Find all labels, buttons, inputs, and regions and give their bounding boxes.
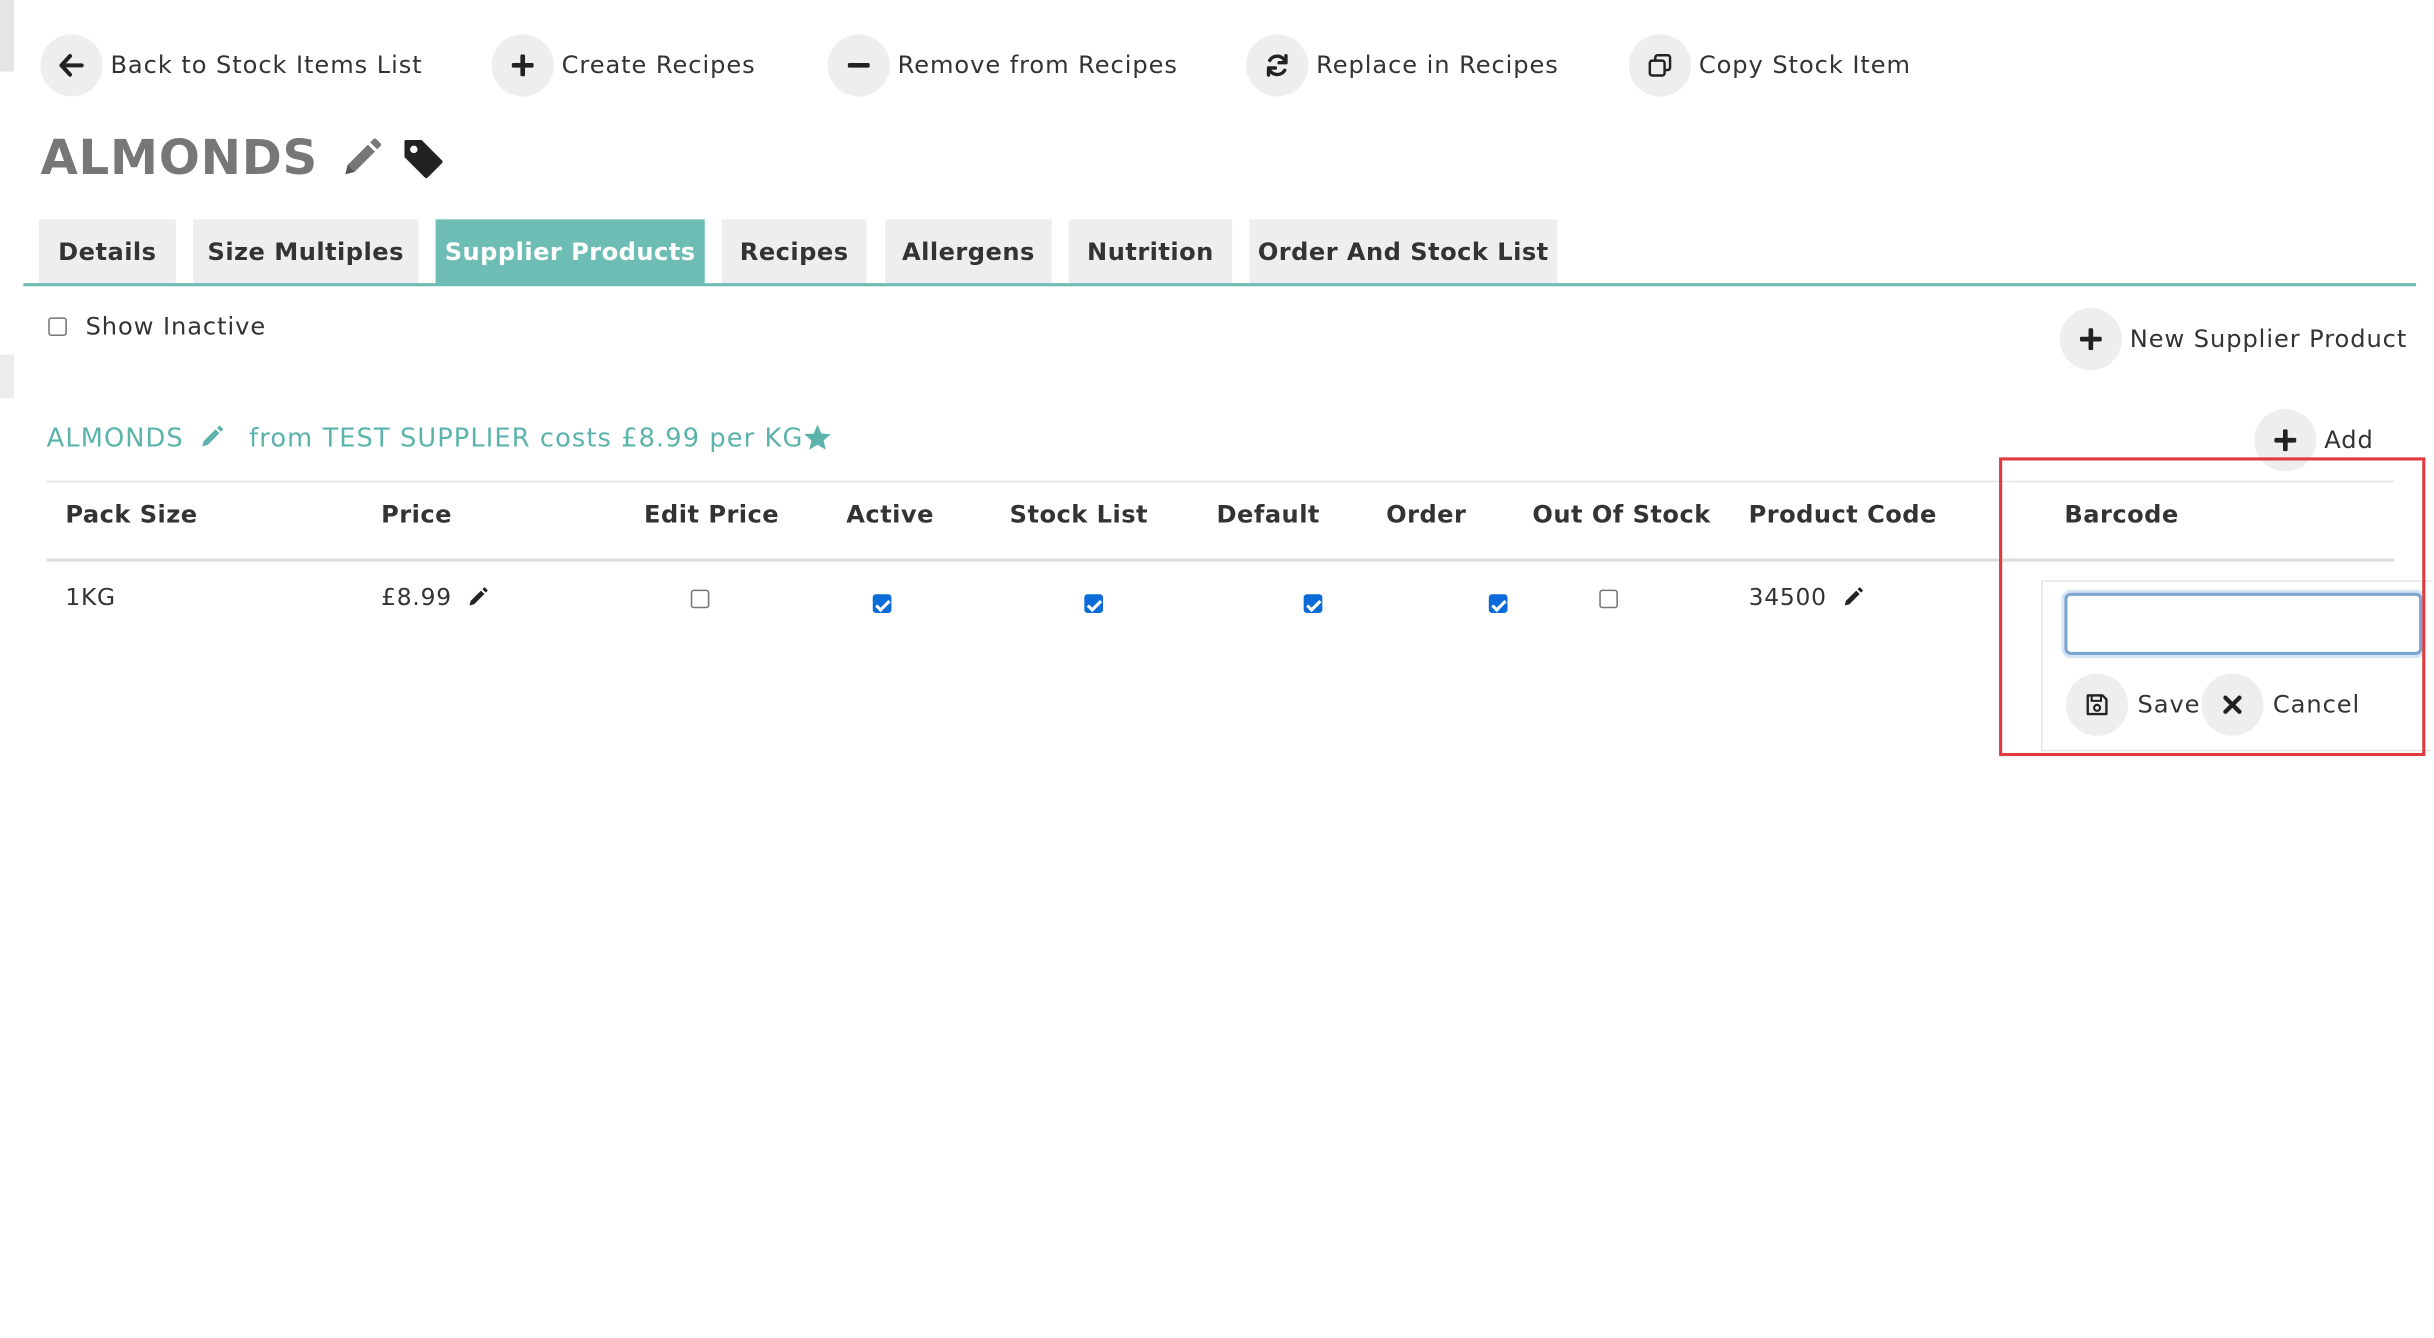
edit-title-pencil-icon[interactable] bbox=[340, 137, 384, 181]
highlight-box bbox=[1999, 457, 2426, 757]
replace-in-recipes-button[interactable]: Replace in Recipes bbox=[1246, 34, 1559, 97]
left-edge-block bbox=[0, 0, 15, 72]
minus-icon bbox=[827, 34, 890, 97]
header-price: Price bbox=[381, 500, 452, 529]
page-header: ALMONDS bbox=[40, 128, 445, 190]
tab-underline bbox=[23, 283, 2417, 287]
product-code-value: 34500 bbox=[1748, 583, 1827, 612]
left-edge bbox=[0, 0, 15, 860]
active-checkbox[interactable] bbox=[872, 594, 892, 613]
tab-recipes[interactable]: Recipes bbox=[721, 219, 867, 285]
price-value: £8.99 bbox=[381, 583, 452, 612]
tab-details[interactable]: Details bbox=[38, 219, 176, 285]
tag-icon[interactable] bbox=[402, 137, 446, 181]
stock-list-checkbox[interactable] bbox=[1084, 594, 1104, 613]
tab-size-multiples[interactable]: Size Multiples bbox=[192, 219, 419, 285]
show-inactive-label: Show Inactive bbox=[85, 312, 267, 341]
tab-supplier-products[interactable]: Supplier Products bbox=[435, 219, 705, 285]
create-recipes-button[interactable]: Create Recipes bbox=[491, 34, 756, 97]
supplier-product-name: ALMONDS bbox=[46, 422, 184, 452]
back-to-list-button[interactable]: Back to Stock Items List bbox=[40, 34, 423, 97]
order-checkbox[interactable] bbox=[1489, 594, 1508, 613]
refresh-icon bbox=[1246, 34, 1309, 97]
cell-product-code: 34500 bbox=[1749, 583, 1864, 611]
header-pack-size: Pack Size bbox=[65, 500, 198, 529]
add-label: Add bbox=[2324, 426, 2374, 455]
header-active: Active bbox=[846, 500, 934, 529]
supplier-product-cost-text: from TEST SUPPLIER costs £8.99 per KG bbox=[249, 422, 804, 452]
plus-icon bbox=[2059, 308, 2122, 371]
copy-stock-item-button[interactable]: Copy Stock Item bbox=[1628, 34, 1911, 97]
show-inactive-filter: Show Inactive bbox=[48, 313, 266, 341]
tab-allergens[interactable]: Allergens bbox=[885, 219, 1052, 285]
remove-from-recipes-label: Remove from Recipes bbox=[897, 51, 1178, 80]
copy-stock-item-label: Copy Stock Item bbox=[1698, 51, 1911, 80]
show-inactive-checkbox[interactable] bbox=[48, 317, 67, 337]
new-supplier-product-label: New Supplier Product bbox=[2129, 325, 2408, 354]
cell-price: £8.99 bbox=[381, 583, 489, 611]
header-order: Order bbox=[1386, 500, 1467, 529]
edit-product-code-pencil-icon[interactable] bbox=[1842, 586, 1864, 608]
new-supplier-product-button[interactable]: New Supplier Product bbox=[2059, 308, 2408, 371]
edit-price-checkbox[interactable] bbox=[690, 589, 710, 609]
table-row: 1KG £8.99 34500 bbox=[0, 0, 2434, 613]
tab-nutrition[interactable]: Nutrition bbox=[1068, 219, 1233, 285]
edit-price-pencil-icon[interactable] bbox=[467, 586, 489, 608]
header-default: Default bbox=[1216, 500, 1320, 529]
edit-supplier-product-pencil-icon[interactable] bbox=[199, 425, 224, 450]
header-stock-list: Stock List bbox=[1009, 500, 1149, 529]
copy-icon bbox=[1628, 34, 1692, 97]
star-icon[interactable] bbox=[803, 422, 833, 452]
cell-pack-size: 1KG bbox=[65, 583, 116, 612]
back-to-list-label: Back to Stock Items List bbox=[110, 51, 423, 80]
tab-order-and-stock-list[interactable]: Order And Stock List bbox=[1249, 219, 1558, 285]
create-recipes-label: Create Recipes bbox=[561, 51, 756, 80]
plus-icon bbox=[491, 34, 554, 97]
page: Back to Stock Items List Create Recipes … bbox=[0, 0, 2434, 1338]
header-product-code: Product Code bbox=[1748, 500, 1937, 529]
out-of-stock-checkbox[interactable] bbox=[1599, 589, 1618, 609]
left-edge-block bbox=[0, 354, 15, 399]
page-title: ALMONDS bbox=[40, 130, 319, 187]
remove-from-recipes-button[interactable]: Remove from Recipes bbox=[827, 34, 1178, 97]
replace-in-recipes-label: Replace in Recipes bbox=[1316, 51, 1559, 80]
header-out-of-stock: Out Of Stock bbox=[1532, 500, 1711, 529]
header-edit-price: Edit Price bbox=[644, 500, 780, 529]
supplier-product-summary: ALMONDS from TEST SUPPLIER costs £8.99 p… bbox=[47, 417, 833, 457]
default-checkbox[interactable] bbox=[1303, 594, 1323, 613]
arrow-left-icon bbox=[40, 34, 103, 97]
